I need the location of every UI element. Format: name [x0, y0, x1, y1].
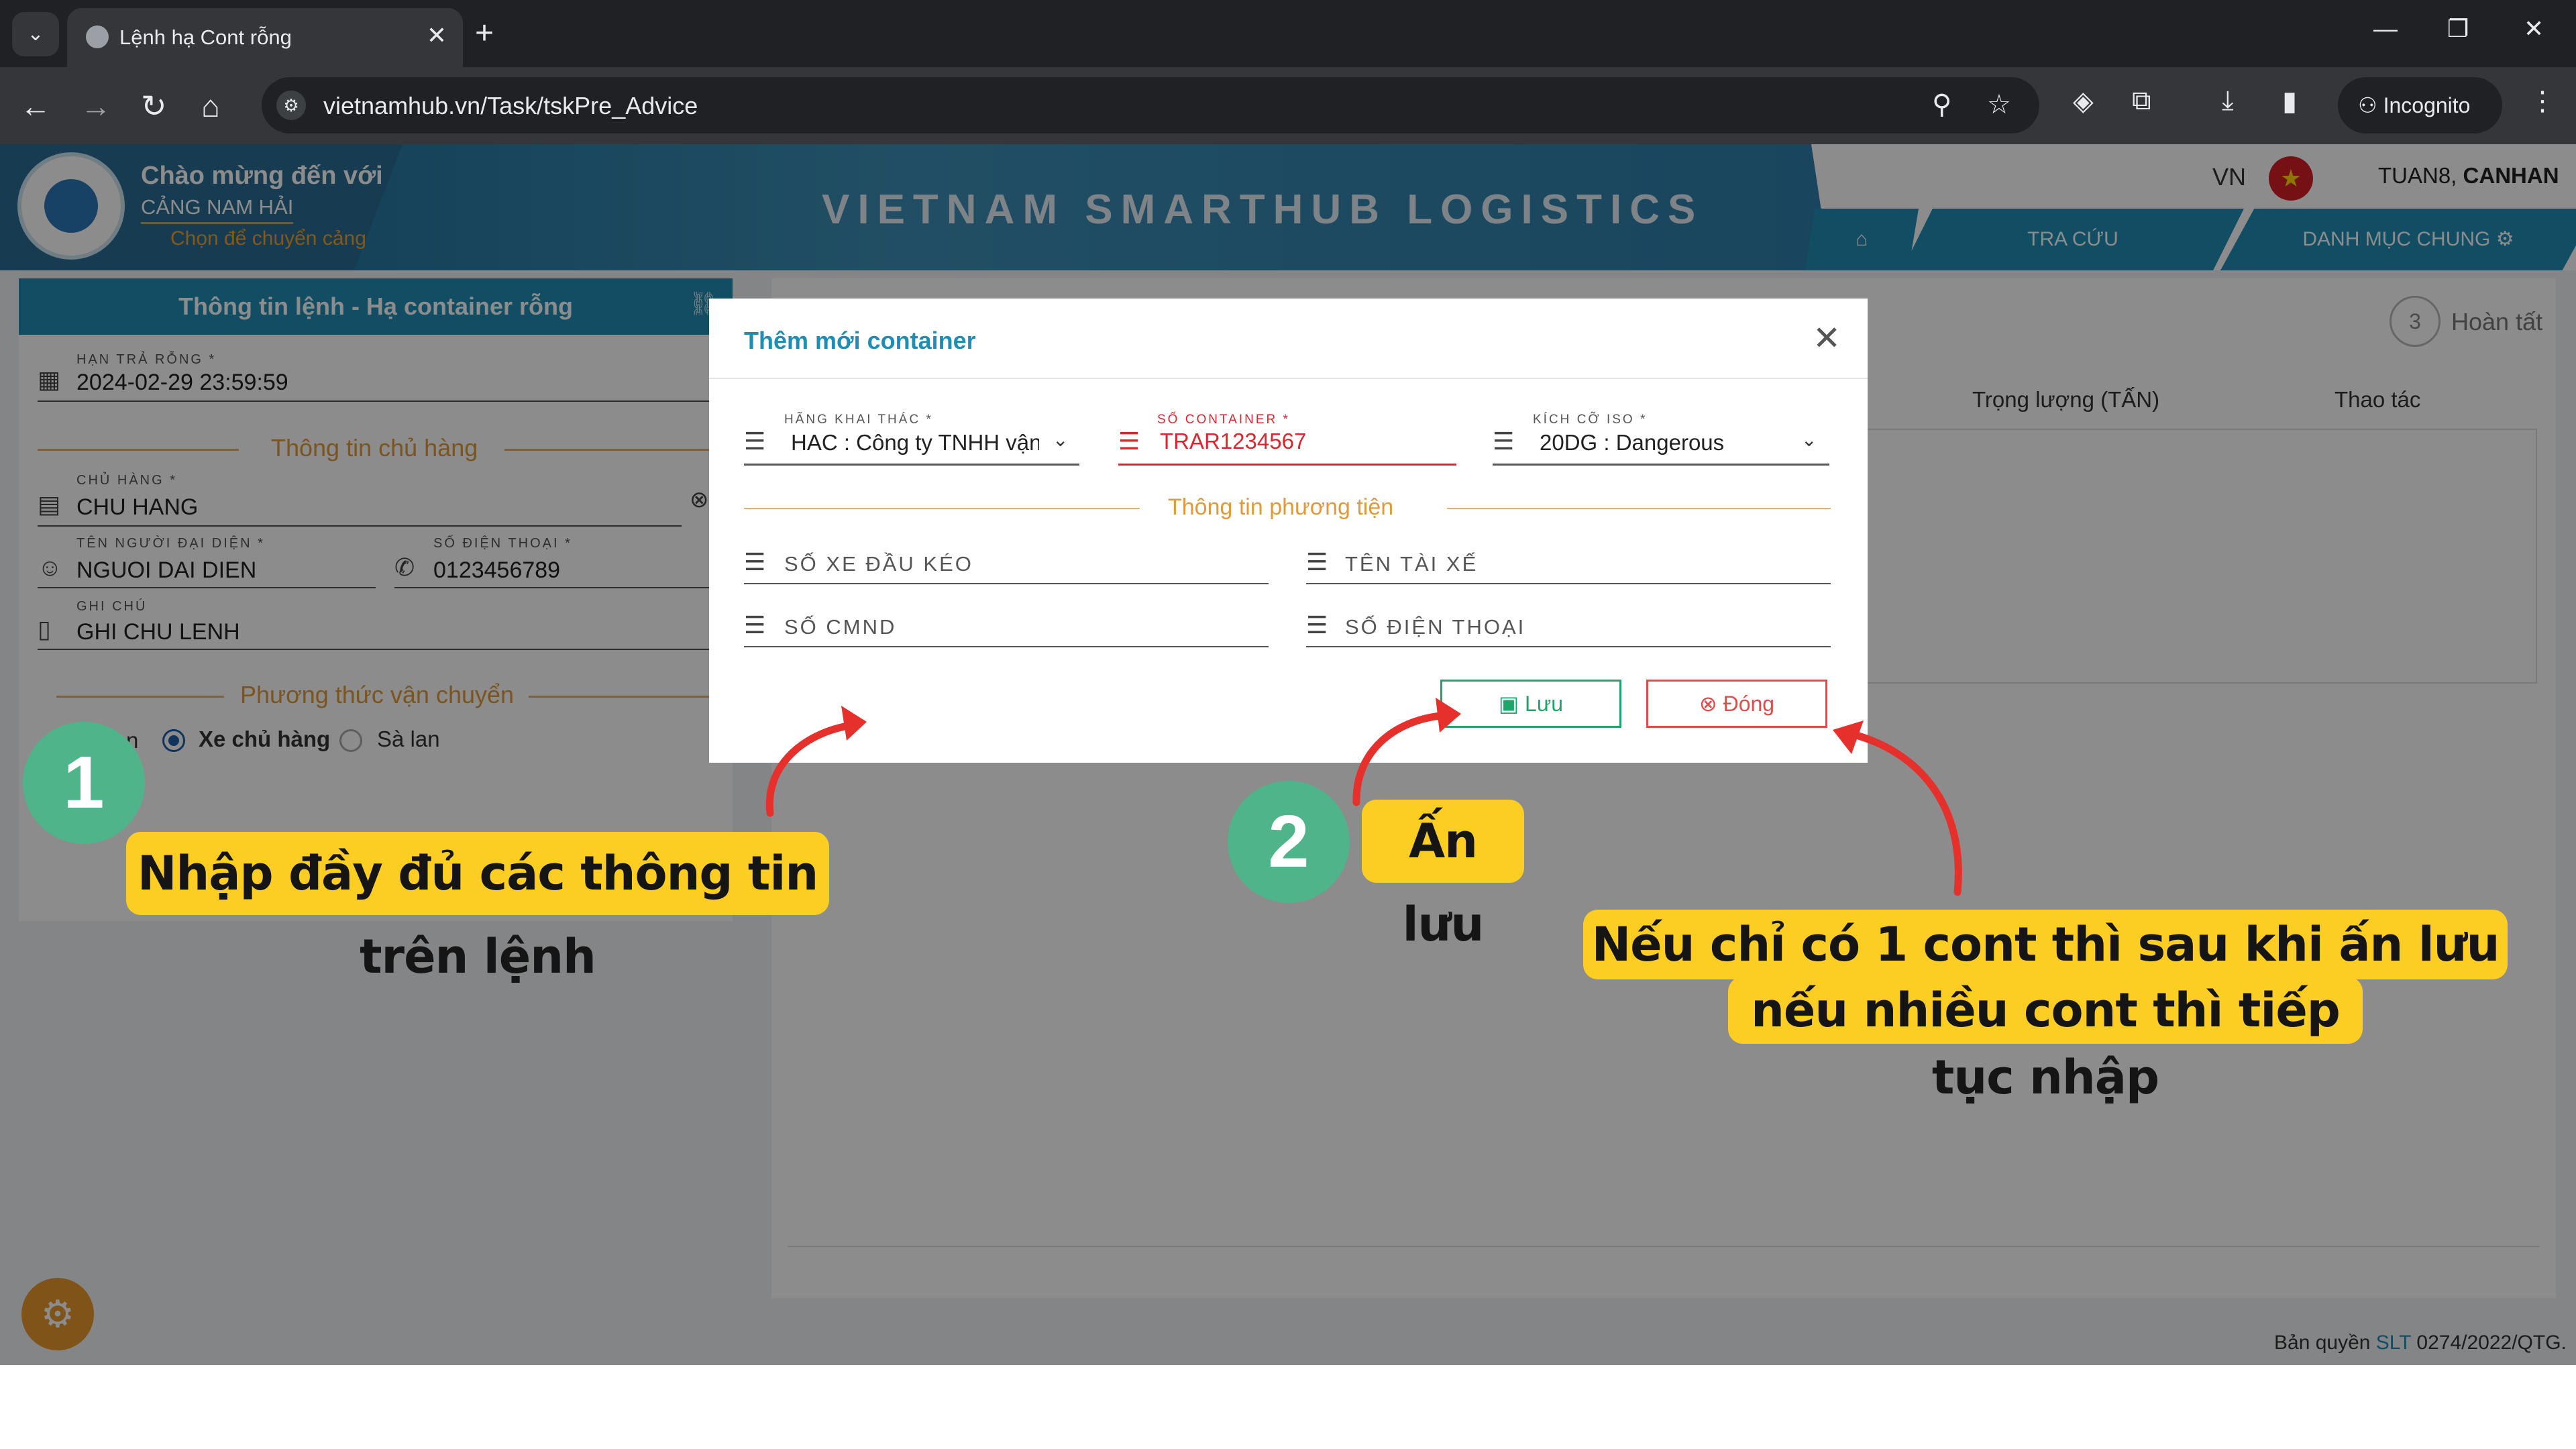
vehicle-section-title: Thông tin phương tiện — [1168, 494, 1394, 520]
text-lines-icon: ☰ — [1118, 427, 1140, 455]
chevron-down-icon[interactable]: ⌄ — [1053, 429, 1068, 451]
text-lines-icon: ☰ — [1306, 611, 1328, 639]
incognito-icon: ⚇ — [2358, 93, 2383, 117]
site-info-icon[interactable]: ⚙ — [276, 91, 306, 120]
incognito-label: Incognito — [2383, 93, 2471, 117]
step-1-callout: Nhập đầy đủ các thông tin trên lệnh — [126, 832, 829, 984]
tab-favicon-icon — [86, 25, 109, 48]
text-lines-icon: ☰ — [744, 548, 766, 576]
step-2-callout: Ấn lưu — [1362, 800, 1524, 952]
hang-khai-thac-select[interactable]: HAC : Công ty TNHH vận — [791, 430, 1039, 455]
sidepanel-icon[interactable]: ▮ — [2282, 86, 2297, 117]
browser-tab[interactable]: Lệnh hạ Cont rỗng ✕ — [67, 8, 463, 67]
download-icon[interactable]: ⤓ — [2222, 86, 2234, 116]
minimize-button[interactable]: — — [2373, 15, 2398, 43]
reload-button[interactable]: ↻ — [141, 87, 167, 125]
so-cmnd-input[interactable]: SỐ CMND — [784, 615, 896, 639]
zoom-icon[interactable]: ⚲ — [1932, 89, 1951, 120]
address-bar[interactable]: ⚙ vietnamhub.vn/Task/tskPre_Advice ⚲ ☆ — [262, 77, 2039, 133]
note-callout-line2: nếu nhiều cont thì tiếp tục nhập — [1728, 977, 2363, 1105]
web-page: Chào mừng đến với CẢNG NAM HẢI Chọn để c… — [0, 144, 2576, 1365]
ten-tai-xe-input[interactable]: TÊN TÀI XẾ — [1345, 552, 1478, 576]
step-2-badge: 2 — [1228, 781, 1350, 903]
list-icon: ☰ — [744, 427, 766, 455]
bookmark-star-icon[interactable]: ☆ — [1987, 89, 2011, 120]
tab-search-button[interactable]: ⌄ — [12, 12, 59, 56]
home-button[interactable]: ⌂ — [201, 87, 220, 125]
note-callout-line1: Nếu chỉ có 1 cont thì sau khi ấn lưu thì… — [1583, 910, 2508, 1042]
puzzle-icon[interactable]: ⧉ — [2132, 86, 2151, 116]
back-button[interactable]: ← — [20, 87, 51, 125]
close-circle-icon: ⊗ — [1699, 692, 1723, 716]
hang-khai-thac-label: HÃNG KHAI THÁC * — [784, 413, 933, 427]
modal-title: Thêm mới container — [744, 327, 976, 354]
browser-tabbar: ⌄ Lệnh hạ Cont rỗng ✕ + — ❐ ✕ — [0, 0, 2576, 67]
new-tab-button[interactable]: + — [475, 13, 494, 54]
save-icon: ▣ — [1498, 692, 1525, 716]
text-lines-icon: ☰ — [744, 611, 766, 639]
add-container-modal: Thêm mới container ✕ HÃNG KHAI THÁC * ☰ … — [709, 299, 1868, 763]
tab-title: Lệnh hạ Cont rỗng — [119, 25, 292, 49]
tab-close-icon[interactable]: ✕ — [427, 21, 447, 50]
so-xe-dau-keo-input[interactable]: SỐ XE ĐẦU KÉO — [784, 552, 973, 576]
extension-icon[interactable]: ◈ — [2073, 86, 2094, 117]
so-container-label: SỐ CONTAINER * — [1157, 413, 1290, 427]
browser-toolbar: ← → ↻ ⌂ ⚙ vietnamhub.vn/Task/tskPre_Advi… — [0, 67, 2576, 144]
close-button[interactable]: ⊗ Đóng — [1646, 680, 1827, 728]
incognito-badge[interactable]: ⚇ Incognito — [2338, 77, 2502, 133]
modal-close-icon[interactable]: ✕ — [1813, 319, 1841, 358]
browser-menu-icon[interactable]: ⋮ — [2529, 86, 2556, 117]
kich-co-select[interactable]: 20DG : Dangerous — [1540, 430, 1724, 455]
chevron-down-icon[interactable]: ⌄ — [1801, 429, 1817, 451]
kich-co-label: KÍCH CỠ ISO * — [1533, 413, 1648, 427]
window-close-button[interactable]: ✕ — [2524, 15, 2544, 43]
save-button[interactable]: ▣ Lưu — [1440, 680, 1621, 728]
so-dien-thoai-input[interactable]: SỐ ĐIỆN THOẠI — [1345, 615, 1525, 639]
url-text[interactable]: vietnamhub.vn/Task/tskPre_Advice — [323, 92, 698, 120]
restore-button[interactable]: ❐ — [2447, 15, 2469, 43]
list-icon: ☰ — [1493, 427, 1515, 455]
so-container-input[interactable]: TRAR1234567 — [1160, 429, 1306, 454]
forward-button[interactable]: → — [80, 87, 111, 125]
text-lines-icon: ☰ — [1306, 548, 1328, 576]
step-1-badge: 1 — [23, 722, 145, 844]
